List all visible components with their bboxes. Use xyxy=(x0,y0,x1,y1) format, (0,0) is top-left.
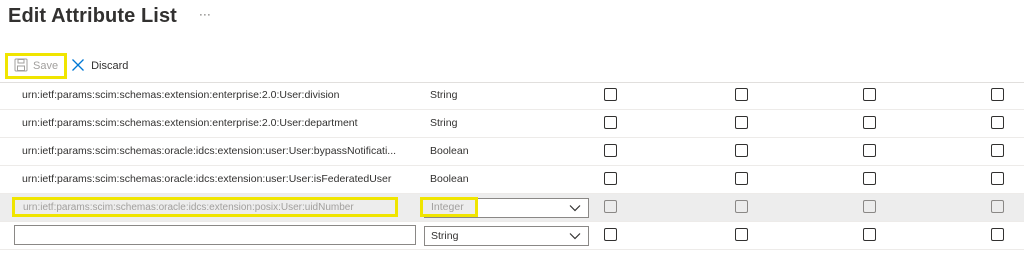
new-attribute-row: String xyxy=(0,222,1024,250)
checkbox-col-3[interactable] xyxy=(863,172,876,185)
attribute-name: urn:ietf:params:scim:schemas:oracle:idcs… xyxy=(22,145,397,157)
attribute-name: urn:ietf:params:scim:schemas:oracle:idcs… xyxy=(22,173,392,185)
save-label: Save xyxy=(33,60,59,72)
checkbox-col-2[interactable] xyxy=(735,144,748,157)
attribute-row-disabled: urn:ietf:params:scim:schemas:oracle:idcs… xyxy=(0,194,1024,222)
attribute-row: urn:ietf:params:scim:schemas:extension:e… xyxy=(0,110,1024,138)
more-options-icon[interactable]: ··· xyxy=(199,7,211,21)
checkbox-col-3[interactable] xyxy=(863,144,876,157)
checkbox-col-2[interactable] xyxy=(735,116,748,129)
page-title: Edit Attribute List xyxy=(8,4,177,27)
checkbox-col-1[interactable] xyxy=(604,144,617,157)
attribute-row: urn:ietf:params:scim:schemas:oracle:idcs… xyxy=(0,166,1024,194)
attribute-type: Boolean xyxy=(430,145,469,157)
discard-label: Discard xyxy=(91,60,129,72)
checkbox-col-1 xyxy=(604,200,617,213)
checkbox-col-4 xyxy=(991,200,1004,213)
checkbox-col-1[interactable] xyxy=(604,228,617,241)
checkbox-col-1[interactable] xyxy=(604,172,617,185)
attribute-row: urn:ietf:params:scim:schemas:oracle:idcs… xyxy=(0,138,1024,166)
attribute-name: urn:ietf:params:scim:schemas:extension:e… xyxy=(22,89,340,101)
type-dropdown[interactable]: String xyxy=(424,226,589,246)
checkbox-col-3[interactable] xyxy=(863,228,876,241)
title-row: Edit Attribute List ··· xyxy=(8,4,211,28)
attribute-type: Boolean xyxy=(430,173,469,185)
checkbox-col-4[interactable] xyxy=(991,144,1004,157)
checkbox-col-2[interactable] xyxy=(735,172,748,185)
checkbox-col-4[interactable] xyxy=(991,228,1004,241)
checkbox-col-2[interactable] xyxy=(735,88,748,101)
attribute-type: String xyxy=(430,117,458,129)
discard-button[interactable]: Discard xyxy=(71,58,128,75)
attribute-name-input[interactable] xyxy=(14,225,416,245)
command-bar: Save Discard xyxy=(5,50,128,82)
save-button[interactable]: Save xyxy=(5,53,68,79)
checkbox-col-3[interactable] xyxy=(863,88,876,101)
checkbox-col-2 xyxy=(735,200,748,213)
chevron-down-icon xyxy=(569,233,581,240)
checkbox-col-1[interactable] xyxy=(604,116,617,129)
attribute-name: urn:ietf:params:scim:schemas:extension:e… xyxy=(22,117,358,129)
chevron-down-icon xyxy=(569,205,581,212)
attribute-row: urn:ietf:params:scim:schemas:extension:e… xyxy=(0,82,1024,110)
attribute-type-disabled: Integer xyxy=(420,197,478,217)
save-icon xyxy=(14,58,28,75)
checkbox-col-4[interactable] xyxy=(991,88,1004,101)
checkbox-col-2[interactable] xyxy=(735,228,748,241)
attribute-type: String xyxy=(430,89,458,101)
checkbox-col-3[interactable] xyxy=(863,116,876,129)
close-icon xyxy=(71,58,85,75)
type-dropdown-value: String xyxy=(431,230,459,242)
checkbox-col-3 xyxy=(863,200,876,213)
checkbox-col-1[interactable] xyxy=(604,88,617,101)
checkbox-col-4[interactable] xyxy=(991,116,1004,129)
checkbox-col-4[interactable] xyxy=(991,172,1004,185)
attribute-name-input-disabled: urn:ietf:params:scim:schemas:oracle:idcs… xyxy=(12,197,398,217)
